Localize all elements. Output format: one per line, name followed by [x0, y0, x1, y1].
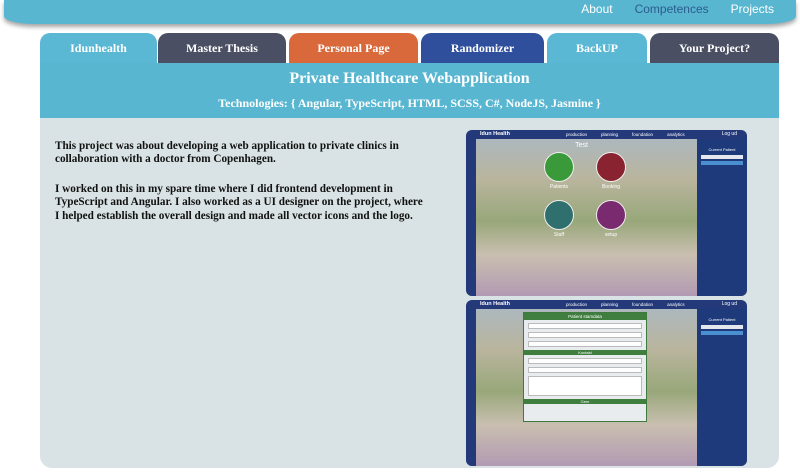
app-menu: production planning foundation analytics: [566, 130, 685, 139]
top-navbar: About Competences Projects: [4, 0, 796, 24]
nav-links: About Competences Projects: [581, 2, 774, 16]
app-right-rail: Current Patient: [697, 139, 747, 296]
patient-button: [701, 331, 743, 335]
booking-label: Booking: [601, 184, 621, 190]
form-field: [528, 367, 642, 373]
current-patient-label: Current Patient: [708, 317, 736, 322]
dashboard-label: Test: [575, 142, 588, 149]
menu-item-production: production: [566, 132, 588, 137]
staff-icon: [544, 200, 574, 230]
form-title: Patient stamdata: [524, 313, 646, 320]
tab-your-project[interactable]: Your Project?: [650, 33, 779, 63]
app-topbar: Idun Health production planning foundati…: [466, 130, 747, 139]
form-notes-area: [528, 376, 642, 396]
tab-personal-page[interactable]: Personal Page: [289, 33, 418, 63]
current-patient-label: Current Patient: [708, 147, 736, 152]
description-paragraph-1: This project was about developing a web …: [55, 140, 399, 166]
logout-label: Log ud: [721, 301, 737, 307]
form-field: [528, 341, 642, 347]
menu-item-analytics: analytics: [667, 302, 685, 307]
logout-label: Log ud: [721, 131, 737, 137]
patient-search-box: [701, 155, 743, 159]
form-field: [528, 323, 642, 329]
project-tabs: Idunhealth Master Thesis Personal Page R…: [40, 33, 779, 63]
tab-master-thesis[interactable]: Master Thesis: [158, 33, 286, 63]
menu-item-planning: planning: [601, 132, 619, 137]
nav-link-competences[interactable]: Competences: [635, 2, 709, 16]
menu-item-planning: planning: [601, 302, 619, 307]
app-topbar: Idun Health production planning foundati…: [466, 300, 747, 309]
form-field: [528, 358, 642, 364]
app-name: Idun Health: [480, 131, 510, 137]
app-left-rail: [466, 139, 476, 296]
project-description: This project was about developing a web …: [55, 140, 425, 239]
app-menu: production planning foundation analytics: [566, 300, 685, 309]
tab-backup[interactable]: BackUP: [547, 33, 647, 63]
app-left-rail: [466, 309, 476, 466]
patient-button: [701, 161, 743, 165]
form-save-bar: Gem: [524, 399, 646, 404]
menu-item-foundation: foundation: [632, 302, 654, 307]
form-section-title: Kontakt: [524, 350, 646, 355]
nav-link-about[interactable]: About: [581, 2, 612, 16]
menu-item-production: production: [566, 302, 588, 307]
nav-link-projects[interactable]: Projects: [731, 2, 774, 16]
form-field: [528, 332, 642, 338]
app-screenshot-patient-form: Idun Health production planning foundati…: [466, 300, 747, 466]
patient-form: Patient stamdata Kontakt Gem: [523, 312, 647, 422]
menu-item-foundation: foundation: [632, 132, 654, 137]
patient-search-box: [701, 325, 743, 329]
patients-label: Patients: [549, 184, 569, 190]
staff-label: Staff: [553, 232, 565, 238]
project-title: Private Healthcare Webapplication: [289, 70, 530, 87]
app-name: Idun Health: [480, 301, 510, 307]
description-paragraph-2: I worked on this in my spare time where …: [55, 182, 423, 222]
tab-idunhealth[interactable]: Idunhealth: [40, 33, 157, 63]
booking-calendar-icon: [596, 152, 626, 182]
app-screenshot-dashboard: Idun Health production planning foundati…: [466, 130, 747, 296]
project-body: This project was about developing a web …: [40, 118, 779, 468]
menu-item-analytics: analytics: [667, 132, 685, 137]
patients-icon: [544, 152, 574, 182]
technologies-line: Technologies: { Angular, TypeScript, HTM…: [218, 96, 601, 110]
project-header: Private Healthcare Webapplication Techno…: [40, 63, 779, 118]
setup-label: setup: [604, 232, 618, 238]
app-right-rail: Current Patient: [697, 309, 747, 466]
setup-chart-icon: [596, 200, 626, 230]
tab-randomizer[interactable]: Randomizer: [421, 33, 544, 63]
